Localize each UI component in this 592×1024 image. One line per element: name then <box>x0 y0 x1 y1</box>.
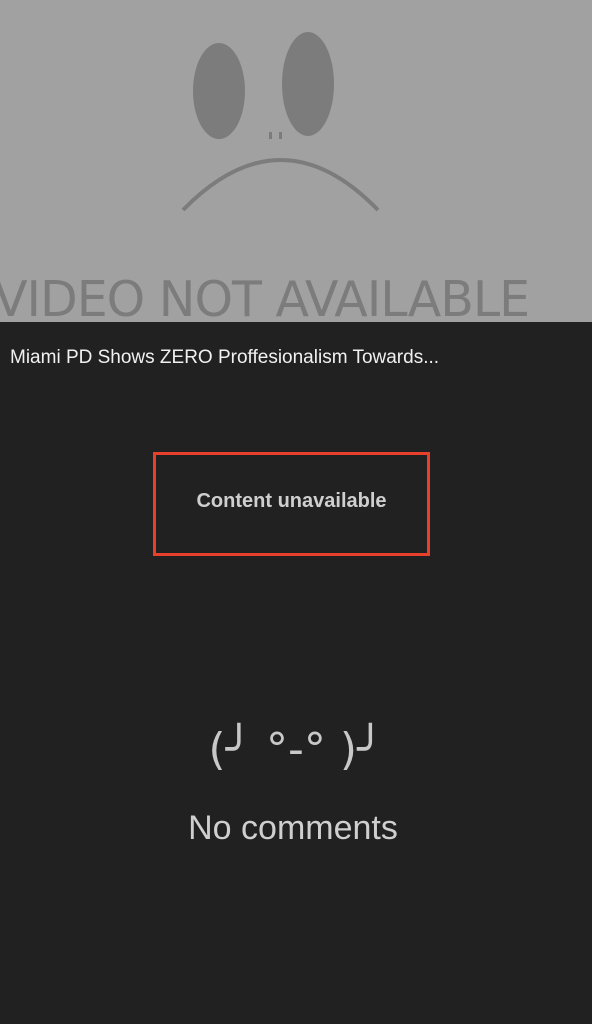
video-title[interactable]: Miami PD Shows ZERO Proffesionalism Towa… <box>10 344 570 372</box>
content-unavailable-box: Content unavailable <box>153 452 430 556</box>
content-unavailable-label: Content unavailable <box>196 490 387 512</box>
no-comments-label: No comments <box>188 809 398 847</box>
shrug-emoticon: (╯ °-° )╯ <box>208 724 384 775</box>
video-not-available-text: VIDEO NOT AVAILABLE <box>0 271 530 323</box>
video-player[interactable]: VIDEO NOT AVAILABLE <box>0 0 592 322</box>
